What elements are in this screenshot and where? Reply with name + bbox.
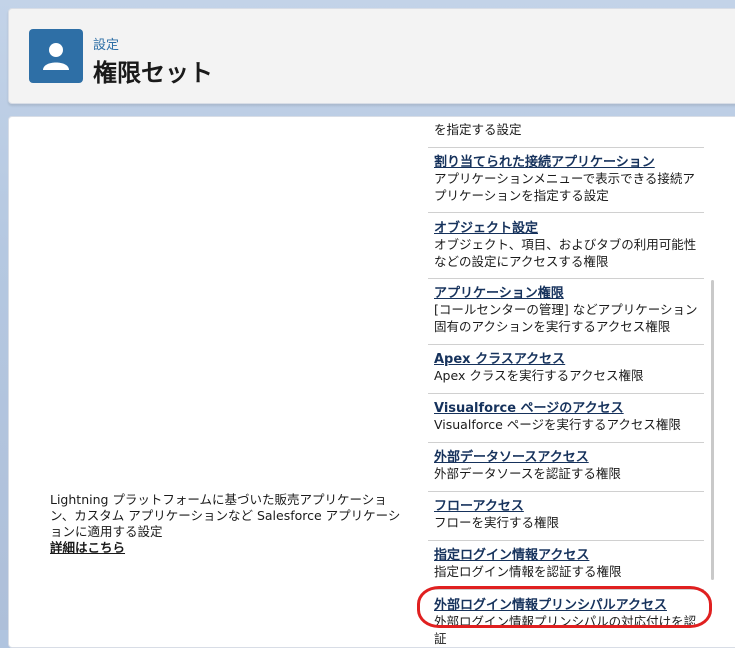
learn-more-link[interactable]: 詳細はこちら (50, 540, 125, 556)
item-title-link[interactable]: Visualforce ページのアクセス (434, 400, 704, 417)
page-title: 権限セット (93, 59, 213, 87)
divider (428, 344, 704, 345)
item-title-link[interactable]: オブジェクト設定 (434, 220, 704, 237)
item-description: アプリケーションメニューで表示できる接続アプリケーションを指定する設定 (434, 171, 695, 203)
settings-item: 外部データソースアクセス 外部データソースを認証する権限 (434, 449, 704, 483)
settings-item: オブジェクト設定 オブジェクト、項目、およびタブの利用可能性などの設定にアクセス… (434, 220, 704, 270)
settings-item: アプリケーション権限 [コールセンターの管理] などアプリケーション固有のアクシ… (434, 285, 704, 335)
settings-item: Visualforce ページのアクセス Visualforce ページを実行す… (434, 400, 704, 434)
description-text: Lightning プラットフォームに基づいた販売アプリケーション、カスタム ア… (50, 492, 401, 539)
divider (428, 278, 704, 279)
item-title-link[interactable]: 指定ログイン情報アクセス (434, 547, 704, 564)
item-description: Apex クラスを実行するアクセス権限 (434, 368, 644, 383)
item-description: フローを実行する権限 (434, 515, 560, 530)
user-icon (29, 29, 83, 83)
divider (428, 442, 704, 443)
red-annotation-circle (417, 586, 712, 628)
section-description: Lightning プラットフォームに基づいた販売アプリケーション、カスタム ア… (50, 492, 410, 556)
settings-item: Apex クラスアクセス Apex クラスを実行するアクセス権限 (434, 351, 704, 385)
item-description: オブジェクト、項目、およびタブの利用可能性などの設定にアクセスする権限 (434, 237, 697, 269)
divider (428, 212, 704, 213)
item-title-link[interactable]: 割り当てられた接続アプリケーション (434, 154, 704, 171)
item-title-link[interactable]: アプリケーション権限 (434, 285, 704, 302)
item-title-link[interactable]: 外部データソースアクセス (434, 449, 704, 466)
item-description: 指定ログイン情報を認証する権限 (434, 564, 622, 579)
scrollbar[interactable] (711, 280, 714, 580)
item-title-link[interactable]: Apex クラスアクセス (434, 351, 704, 368)
item-description: Visualforce ページを実行するアクセス権限 (434, 417, 681, 432)
settings-item: を指定する設定 (434, 122, 704, 139)
divider (428, 147, 704, 148)
item-description: 外部データソースを認証する権限 (434, 466, 621, 481)
item-description: を指定する設定 (434, 122, 522, 137)
divider (428, 540, 704, 541)
item-description: [コールセンターの管理] などアプリケーション固有のアクションを実行するアクセス… (434, 302, 698, 334)
page-header: 設定 権限セット (8, 8, 735, 104)
settings-item: 指定ログイン情報アクセス 指定ログイン情報を認証する権限 (434, 547, 704, 581)
divider (428, 491, 704, 492)
item-title-link[interactable]: フローアクセス (434, 498, 704, 515)
settings-item: 割り当てられた接続アプリケーション アプリケーションメニューで表示できる接続アプ… (434, 154, 704, 204)
settings-item: フローアクセス フローを実行する権限 (434, 498, 704, 532)
breadcrumb[interactable]: 設定 (93, 34, 119, 53)
divider (428, 393, 704, 394)
